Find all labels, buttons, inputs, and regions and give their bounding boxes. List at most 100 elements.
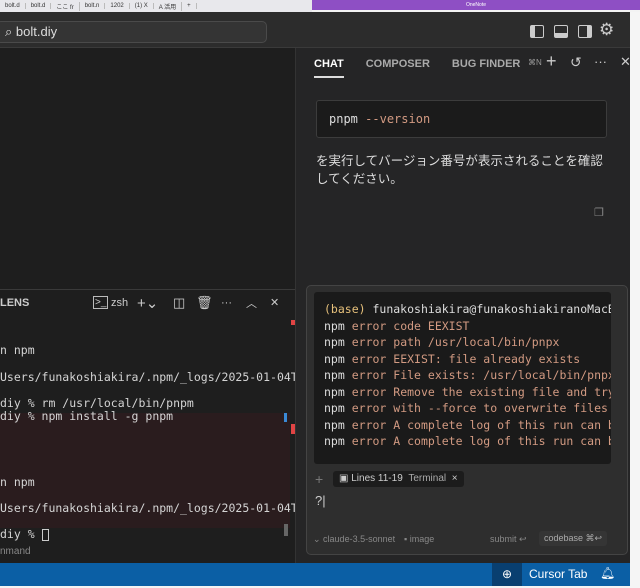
- add-context-icon[interactable]: +: [315, 471, 323, 487]
- title-bar: ⌕ bolt.diy ⚙: [0, 12, 630, 48]
- terminal-output-line: npm error code EEXIST: [324, 318, 601, 335]
- code-block: pnpm --version: [316, 100, 607, 138]
- terminal-icon: >_: [93, 296, 109, 309]
- image-label: image: [409, 534, 435, 544]
- trash-icon[interactable]: 🗑: [196, 295, 213, 311]
- model-selector[interactable]: ⌄ claude-3.5-sonnet: [313, 534, 395, 545]
- search-text: bolt.diy: [15, 24, 58, 39]
- context-chip[interactable]: ▣ Lines 11-19 Terminal ×: [333, 471, 464, 487]
- terminal-output-line: npm error File exists: /usr/local/bin/pn…: [324, 367, 611, 384]
- terminal-shell-name[interactable]: zsh: [111, 297, 128, 309]
- chat-input[interactable]: ?|: [315, 493, 326, 508]
- chip-label: Lines 11-19: [351, 473, 403, 484]
- code-command: pnpm: [329, 112, 358, 126]
- terminal-line: n npm: [0, 343, 35, 357]
- status-bar: ⊕ Cursor Tab 🔔︎: [0, 563, 630, 586]
- code-argument: --version: [365, 112, 431, 126]
- assistant-message: を実行してバージョン番号が表示されることを確認してください。: [316, 154, 603, 186]
- more-icon[interactable]: ···: [594, 54, 607, 69]
- prompt-text: diy %: [0, 527, 42, 541]
- command-center-search[interactable]: ⌕ bolt.diy: [0, 21, 267, 43]
- cursor: [41, 528, 49, 541]
- browser-tab[interactable]: A 活用: [154, 1, 183, 11]
- error-label: error: [351, 318, 387, 333]
- npm-prefix: npm: [324, 318, 345, 333]
- error-text: path /usr/local/bin/pnpx: [393, 335, 560, 349]
- error-label: error: [351, 417, 387, 432]
- terminal-prompt[interactable]: diy %: [0, 527, 49, 541]
- split-terminal-icon[interactable]: ◫: [173, 295, 185, 311]
- gear-icon[interactable]: ⚙: [599, 20, 614, 40]
- search-icon: ⌕: [5, 24, 16, 39]
- error-text: EEXIST: file already exists: [393, 351, 581, 366]
- remove-chip-icon[interactable]: ×: [452, 473, 458, 484]
- terminal-line: Users/funakoshiakira/.npm/_logs/2025-01-…: [0, 501, 312, 515]
- toggle-secondary-sidebar-icon[interactable]: [578, 25, 592, 38]
- terminal-output-line: npm error A complete log of this run can…: [324, 417, 611, 434]
- npm-prefix: npm: [324, 401, 345, 415]
- input-text: ?: [315, 493, 323, 508]
- npm-prefix: npm: [324, 351, 345, 366]
- history-icon[interactable]: ↺: [570, 54, 582, 71]
- browser-tab[interactable]: ここ fr: [51, 1, 80, 11]
- editor-area: [0, 48, 295, 286]
- maximize-panel-icon[interactable]: ︿: [246, 295, 257, 311]
- terminal-icon: ▣: [339, 473, 352, 484]
- plus-icon[interactable]: +: [546, 51, 557, 72]
- copy-icon[interactable]: ❐: [594, 206, 604, 219]
- toggle-panel-icon[interactable]: [554, 25, 568, 38]
- tab-chat[interactable]: CHAT: [314, 50, 344, 78]
- new-tab-button[interactable]: +: [182, 3, 197, 9]
- bell-icon[interactable]: 🔔︎: [600, 566, 615, 580]
- browser-tab[interactable]: bolt.d: [0, 3, 26, 9]
- editor-window: ⌕ bolt.diy ⚙ LENS >_ zsh +⌄ ◫ 🗑 ··· ︿ ✕ …: [0, 12, 631, 586]
- codebase-button[interactable]: codebase ⌘↩: [539, 531, 608, 546]
- terminal-panel: LENS >_ zsh +⌄ ◫ 🗑 ··· ︿ ✕ n npm Users/f…: [0, 289, 312, 563]
- error-text: Remove the existing file and try: [393, 384, 611, 399]
- npm-prefix: npm: [324, 368, 345, 382]
- terminal-output-line: npm error EEXIST: file already exists: [324, 351, 601, 368]
- browser-tab-strip: bolt.d bolt.d ここ fr bolt.n 1202 (1) X A …: [0, 0, 312, 12]
- error-label: error: [351, 384, 387, 399]
- image-button[interactable]: ▪ image: [404, 534, 434, 544]
- cursor-tab-status[interactable]: Cursor Tab: [529, 567, 587, 581]
- zoom-icon[interactable]: ⊕: [492, 563, 522, 586]
- terminal-line: Users/funakoshiakira/.npm/_logs/2025-01-…: [0, 370, 312, 384]
- tab-bug-finder[interactable]: BUG FINDER: [452, 58, 520, 70]
- tab-composer[interactable]: COMPOSER: [366, 58, 430, 70]
- npm-prefix: npm: [324, 384, 345, 399]
- browser-tab[interactable]: 1202: [105, 3, 130, 9]
- close-icon[interactable]: ✕: [620, 54, 631, 70]
- onenote-titlebar: OneNote: [312, 0, 640, 10]
- background-window: [630, 12, 640, 588]
- error-label: error: [351, 335, 387, 349]
- browser-tab[interactable]: (1) X: [130, 3, 154, 9]
- terminal-line: diy % rm /usr/local/bin/pnpm: [0, 396, 194, 410]
- more-icon[interactable]: ···: [221, 297, 232, 309]
- prompt-env: (base): [324, 302, 366, 316]
- error-text: code EEXIST: [393, 318, 470, 333]
- scrollbar[interactable]: [284, 524, 288, 536]
- terminal-output-line: npm error A complete log of this run can…: [324, 433, 611, 450]
- chat-panel: CHAT COMPOSER BUG FINDER ⌘N + ↺ ··· ✕ pn…: [295, 48, 631, 563]
- submit-button[interactable]: submit ↩: [490, 534, 527, 545]
- scroll-marker: [284, 413, 287, 422]
- new-terminal-icon[interactable]: +⌄: [137, 294, 158, 312]
- terminal-output-line: npm error Remove the existing file and t…: [324, 384, 611, 401]
- close-panel-icon[interactable]: ✕: [270, 296, 279, 309]
- browser-tab[interactable]: bolt.d: [26, 3, 52, 9]
- browser-tab[interactable]: bolt.n: [80, 3, 106, 9]
- panel-tab-label[interactable]: LENS: [0, 297, 29, 309]
- toggle-primary-sidebar-icon[interactable]: [530, 25, 544, 38]
- npm-prefix: npm: [324, 417, 345, 432]
- error-label: error: [351, 368, 387, 382]
- error-label: error: [351, 434, 387, 448]
- error-text: with --force to overwrite files: [393, 401, 608, 415]
- npm-prefix: npm: [324, 434, 345, 448]
- error-label: error: [351, 401, 387, 415]
- error-text: File exists: /usr/local/bin/pnpx: [393, 368, 611, 382]
- error-text: A complete log of this run can b: [393, 434, 611, 448]
- terminal-line: diy % npm install -g pnpm: [0, 409, 174, 423]
- npm-prefix: npm: [324, 335, 345, 349]
- prompt-user: funakoshiakira@funakoshiakiranoMacB: [372, 302, 611, 316]
